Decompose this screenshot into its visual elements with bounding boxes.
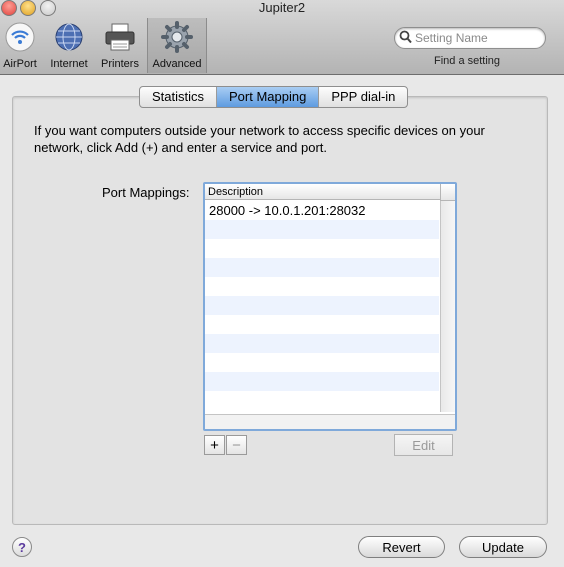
window-titlebar: Jupiter2 AirPort Internet Printers Advan… xyxy=(0,0,564,75)
search-field[interactable] xyxy=(394,27,546,49)
toolbar-item-internet[interactable]: Internet xyxy=(44,20,94,70)
vertical-scrollbar[interactable] xyxy=(440,201,455,412)
table-row-empty xyxy=(205,353,439,372)
search-icon xyxy=(399,30,412,47)
tab-bar: Statistics Port Mapping PPP dial-in xyxy=(139,86,409,108)
toolbar-item-label: AirPort xyxy=(3,58,37,70)
table-row-empty xyxy=(205,296,439,315)
table-row-empty xyxy=(205,315,439,334)
table-bottom-bar xyxy=(205,414,455,429)
table-row-empty xyxy=(205,277,439,296)
revert-button[interactable]: Revert xyxy=(358,536,445,558)
table-row-empty xyxy=(205,372,439,391)
port-mappings-label: Port Mappings: xyxy=(102,185,190,200)
toolbar-item-airport[interactable]: AirPort xyxy=(0,20,45,70)
help-button[interactable]: ? xyxy=(12,537,32,557)
table-row-empty xyxy=(205,239,439,258)
table-rows: 28000 -> 10.0.1.201:28032 xyxy=(205,201,439,410)
toolbar-item-label: Internet xyxy=(50,58,88,70)
toolbar-item-label: Printers xyxy=(101,58,139,70)
internet-globe-icon xyxy=(52,20,86,54)
table-row[interactable]: 28000 -> 10.0.1.201:28032 xyxy=(205,201,439,220)
header-corner xyxy=(440,184,455,201)
gear-icon xyxy=(160,20,194,54)
toolbar-item-advanced[interactable]: Advanced xyxy=(147,18,207,73)
table-row-empty xyxy=(205,220,439,239)
find-setting-label: Find a setting xyxy=(434,55,501,67)
tab-ppp-dial-in[interactable]: PPP dial-in xyxy=(319,87,407,107)
column-header-description[interactable]: Description xyxy=(205,184,440,200)
toolbar-item-printers[interactable]: Printers xyxy=(95,20,145,70)
table-row-empty xyxy=(205,334,439,353)
search-input[interactable] xyxy=(413,30,541,46)
window-title: Jupiter2 xyxy=(258,0,306,15)
table-row-empty xyxy=(205,391,439,410)
update-button[interactable]: Update xyxy=(459,536,547,558)
remove-mapping-button[interactable]: − xyxy=(226,435,247,455)
port-mapping-description: If you want computers outside your netwo… xyxy=(34,123,485,155)
table-row-empty xyxy=(205,258,439,277)
printer-icon xyxy=(103,20,137,54)
edit-button[interactable]: Edit xyxy=(394,434,453,456)
tab-port-mapping[interactable]: Port Mapping xyxy=(217,87,320,107)
tab-statistics[interactable]: Statistics xyxy=(140,87,218,107)
add-mapping-button[interactable]: + xyxy=(204,435,225,455)
port-mappings-table[interactable]: Description 28000 -> 10.0.1.201:28032 xyxy=(203,182,457,431)
toolbar-item-label: Advanced xyxy=(152,58,202,70)
airport-icon xyxy=(3,20,37,54)
